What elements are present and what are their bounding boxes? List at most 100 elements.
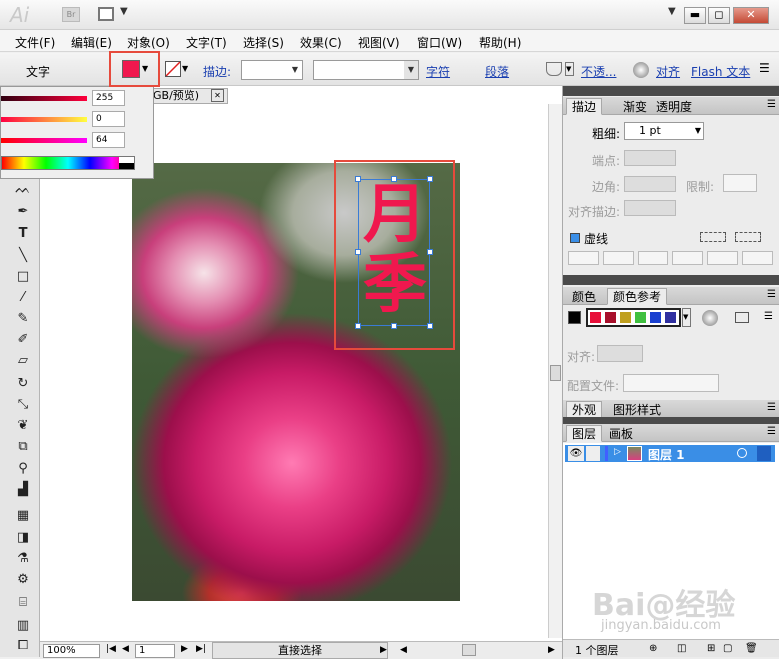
- black-white-swatch[interactable]: [119, 157, 134, 169]
- target-circle-icon[interactable]: [737, 448, 747, 458]
- warp-tool-icon[interactable]: ❦: [13, 417, 33, 435]
- tab-color[interactable]: 颜色: [566, 288, 602, 305]
- line-tool-icon[interactable]: ╲: [13, 247, 33, 265]
- layer-row-1[interactable]: 👁 ▷ 图层 1: [565, 445, 775, 462]
- vertical-text-char-1[interactable]: 月: [360, 180, 430, 250]
- menu-select[interactable]: 选择(S): [243, 34, 284, 51]
- mesh-tool-icon[interactable]: ▦: [13, 507, 33, 525]
- next-page-icon[interactable]: ▶: [181, 644, 188, 654]
- free-transform-tool-icon[interactable]: ⧉: [13, 438, 33, 456]
- scroll-right-icon[interactable]: ▶: [548, 645, 555, 655]
- global-edit-icon[interactable]: [633, 62, 649, 78]
- close-button[interactable]: ✕: [733, 7, 769, 24]
- panel-menu-icon[interactable]: ☰: [767, 99, 776, 110]
- base-color-swatch[interactable]: [568, 311, 581, 324]
- vertical-text-char-2[interactable]: 季: [360, 250, 430, 320]
- resize-handle[interactable]: [355, 323, 361, 329]
- dash-gap-fields[interactable]: [568, 251, 773, 265]
- blue-value[interactable]: 64: [92, 132, 125, 148]
- first-page-icon[interactable]: |◀: [106, 644, 116, 654]
- align-link[interactable]: 对齐: [656, 63, 680, 80]
- paragraph-link[interactable]: 段落: [485, 63, 509, 80]
- lock-toggle[interactable]: [586, 446, 600, 461]
- selection-indicator[interactable]: [757, 446, 771, 461]
- blue-slider[interactable]: [1, 138, 87, 143]
- tab-layers[interactable]: 图层: [566, 425, 603, 442]
- type-tool-icon[interactable]: T: [13, 225, 33, 243]
- align-buttons[interactable]: [597, 345, 643, 362]
- prev-page-icon[interactable]: ◀: [122, 644, 129, 654]
- limit-field[interactable]: [723, 174, 757, 192]
- new-sublayer-icon[interactable]: ⊞: [707, 643, 715, 654]
- menu-help[interactable]: 帮助(H): [479, 34, 521, 51]
- green-slider[interactable]: [1, 117, 87, 122]
- control-menu-icon[interactable]: ☰: [759, 61, 770, 75]
- recolor-icon[interactable]: [546, 62, 562, 76]
- menu-type[interactable]: 文字(T): [186, 34, 227, 51]
- zoom-dropdown[interactable]: 100%: [43, 644, 100, 658]
- menu-object[interactable]: 对象(O): [127, 34, 170, 51]
- harmony-dropdown-icon[interactable]: ▼: [682, 308, 691, 327]
- resize-handle[interactable]: [391, 323, 397, 329]
- menu-effect[interactable]: 效果(C): [300, 34, 342, 51]
- eraser-tool-icon[interactable]: ▱: [13, 352, 33, 370]
- expand-triangle-icon[interactable]: ▷: [614, 447, 621, 457]
- grid-layout-icon[interactable]: [98, 7, 114, 21]
- tab-stroke[interactable]: 描边: [566, 98, 603, 115]
- page-dropdown[interactable]: 1: [135, 644, 175, 658]
- tool-status-display[interactable]: 直接选择: [212, 642, 388, 659]
- dash-style-icon[interactable]: [700, 232, 726, 242]
- layer-name[interactable]: 图层 1: [648, 446, 685, 463]
- minimize-button[interactable]: ▬: [684, 7, 706, 24]
- graph-tool-icon[interactable]: ▟: [13, 481, 33, 499]
- tab-graphic-styles[interactable]: 图形样式: [607, 401, 667, 418]
- horizontal-scroll-thumb[interactable]: [462, 644, 476, 656]
- close-tab-icon[interactable]: ✕: [211, 89, 224, 102]
- scale-tool-icon[interactable]: ⤡: [13, 396, 33, 414]
- stroke-weight-dropdown[interactable]: ▼: [241, 60, 303, 80]
- red-slider[interactable]: [1, 96, 87, 101]
- profile-dropdown[interactable]: [623, 374, 719, 392]
- character-link[interactable]: 字符: [426, 63, 450, 80]
- corner-buttons[interactable]: [624, 176, 676, 192]
- new-layer-icon[interactable]: ▢: [723, 643, 732, 654]
- scroll-thumb[interactable]: [550, 365, 561, 381]
- stroke-none-icon[interactable]: [165, 61, 181, 77]
- panel-menu-icon[interactable]: ☰: [767, 426, 776, 437]
- bridge-button[interactable]: Br: [62, 7, 80, 22]
- eyedropper-tool-icon[interactable]: ⚗: [13, 550, 33, 568]
- green-value[interactable]: 0: [92, 111, 125, 127]
- dash-corner-icon[interactable]: [735, 232, 761, 242]
- layout-caret-icon[interactable]: ▼: [120, 6, 128, 17]
- pencil-tool-icon[interactable]: ✎: [13, 310, 33, 328]
- restore-button[interactable]: ◻: [708, 7, 730, 24]
- blend-tool-icon[interactable]: ⚙: [13, 571, 33, 589]
- harmony-rules-strip[interactable]: [586, 308, 681, 327]
- opacity-link[interactable]: 不透...: [581, 63, 616, 80]
- symbol-sprayer-tool-icon[interactable]: ⌸: [13, 594, 33, 612]
- rectangle-tool-icon[interactable]: □: [13, 268, 33, 286]
- tab-color-guide[interactable]: 颜色参考: [607, 288, 668, 305]
- tab-artboards[interactable]: 画板: [603, 425, 639, 442]
- status-menu-arrow-icon[interactable]: ▶: [380, 645, 387, 655]
- stroke-weight-field[interactable]: 1 pt ▼: [624, 122, 704, 140]
- align-stroke-buttons[interactable]: [624, 200, 676, 216]
- red-value[interactable]: 255: [92, 90, 125, 106]
- pen-tool-icon[interactable]: ✒: [13, 203, 33, 221]
- shape-builder-tool-icon[interactable]: ⚲: [13, 460, 33, 478]
- dashed-checkbox[interactable]: [570, 233, 580, 243]
- locate-object-icon[interactable]: ⊕: [649, 643, 657, 654]
- menu-window[interactable]: 窗口(W): [417, 34, 462, 51]
- tab-transparency[interactable]: 透明度: [650, 98, 698, 115]
- panel-menu-icon[interactable]: ☰: [767, 289, 776, 300]
- edit-colors-icon[interactable]: [702, 310, 718, 326]
- tab-gradient[interactable]: 渐变: [617, 98, 653, 115]
- stroke-link[interactable]: 描边:: [203, 63, 231, 80]
- color-spectrum-bar[interactable]: [1, 156, 135, 170]
- blob-brush-tool-icon[interactable]: ✐: [13, 331, 33, 349]
- rotate-tool-icon[interactable]: ↻: [13, 375, 33, 393]
- menu-edit[interactable]: 编辑(E): [71, 34, 112, 51]
- lasso-tool-icon[interactable]: ᨓ: [13, 181, 33, 199]
- cap-buttons[interactable]: [624, 150, 676, 166]
- visibility-eye-icon[interactable]: 👁: [568, 446, 584, 461]
